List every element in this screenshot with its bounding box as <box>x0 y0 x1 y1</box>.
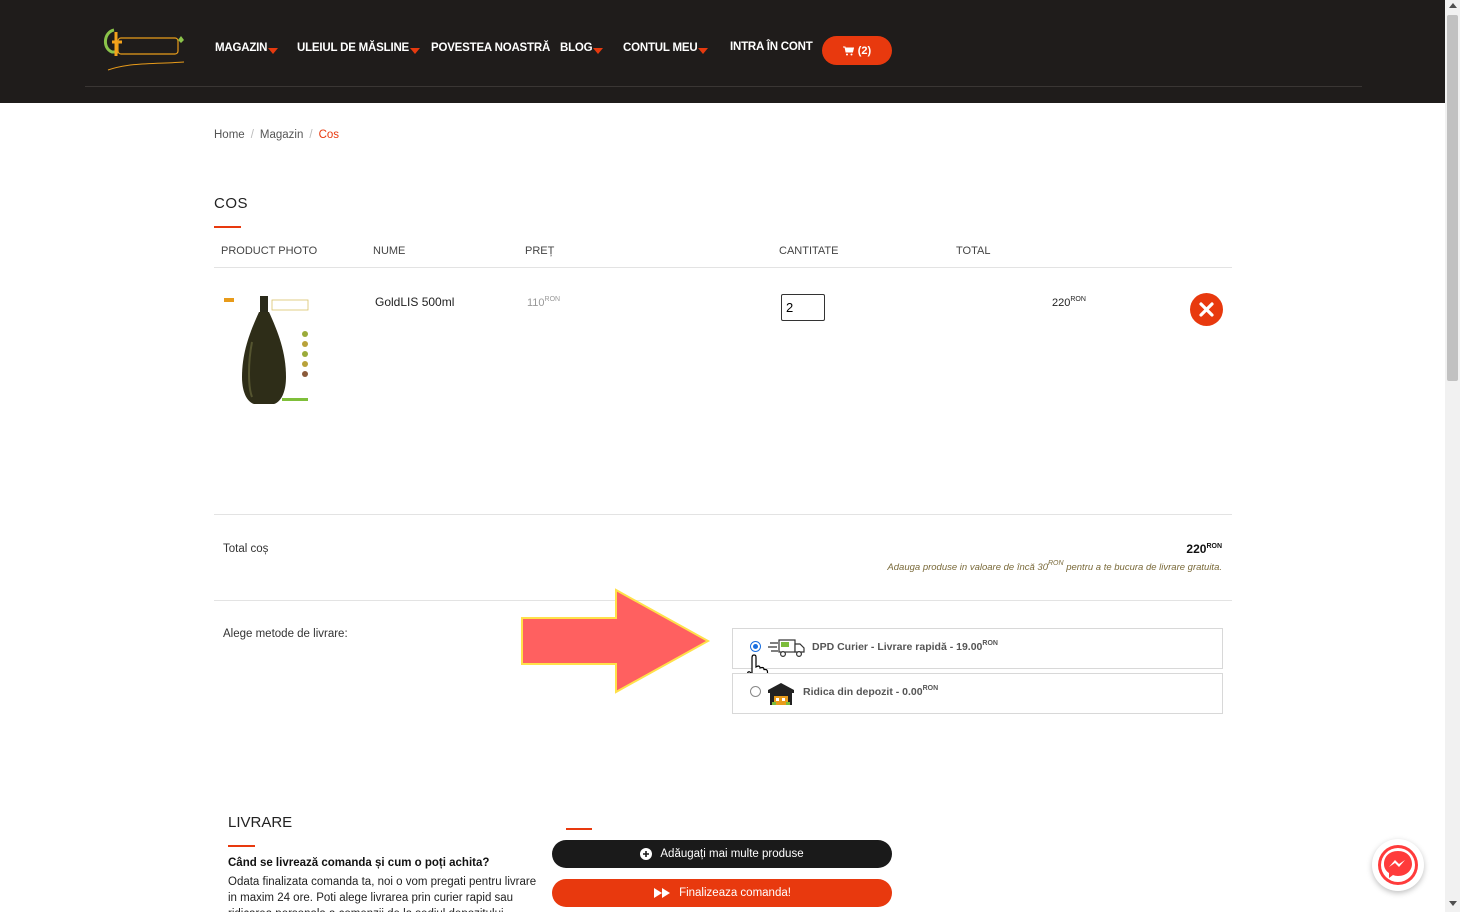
shipping-option-label: DPD Curier - Livrare rapidă - 19.00RON <box>812 640 998 653</box>
section-accent-line <box>566 828 592 830</box>
shipping-method-label: Alege metode de livrare: <box>223 628 348 640</box>
quantity-input[interactable] <box>781 294 825 321</box>
add-more-products-button[interactable]: Adăugați mai multe produse <box>552 840 892 868</box>
chevron-down-icon <box>268 48 279 54</box>
shipping-option-label: Ridica din depozit - 0.00RON <box>803 685 939 698</box>
finish-order-button[interactable]: Finalizeaza comanda! <box>552 879 892 907</box>
site-logo[interactable] <box>100 26 190 76</box>
totals-divider <box>214 600 1232 601</box>
free-shipping-note: Adauga produse in valoare de încă 30RON … <box>887 560 1222 573</box>
page-scrollbar[interactable] <box>1445 0 1460 912</box>
scrollbar-thumb[interactable] <box>1447 15 1458 381</box>
messenger-chat-button[interactable] <box>1372 839 1424 891</box>
nav-item-contul[interactable]: CONTUL MEU <box>623 42 709 54</box>
chevron-down-icon <box>698 48 709 54</box>
warehouse-icon <box>768 683 794 705</box>
product-total: 220RON <box>1052 296 1086 309</box>
th-photo: PRODUCT PHOTO <box>221 245 318 257</box>
cart-total-label: Total coș <box>223 543 269 555</box>
messenger-icon <box>1378 845 1418 885</box>
product-name[interactable]: GoldLIS 500ml <box>375 295 454 309</box>
shipping-option-pickup[interactable]: Ridica din depozit - 0.00RON <box>732 673 1223 714</box>
scroll-down-icon[interactable] <box>1449 901 1457 906</box>
breadcrumb-current: Cos <box>318 129 340 141</box>
th-total: TOTAL <box>956 245 991 257</box>
breadcrumb: Home / Magazin / Cos <box>214 129 340 141</box>
livrare-text: Odata finalizata comanda ta, noi o vom p… <box>228 876 537 912</box>
cart-button[interactable]: (2) <box>822 36 892 65</box>
th-price: PREȚ <box>525 245 555 257</box>
nav-item-magazin[interactable]: MAGAZIN <box>215 42 279 54</box>
close-icon <box>1199 302 1214 317</box>
remove-item-button[interactable] <box>1190 293 1223 326</box>
site-header: MAGAZIN ULEIUL DE MĂSLINE POVESTEA NOAST… <box>0 0 1445 103</box>
nav-item-uleiul[interactable]: ULEIUL DE MĂSLINE <box>297 42 421 54</box>
shipping-radio-dpd[interactable] <box>750 641 761 652</box>
breadcrumb-shop[interactable]: Magazin <box>260 129 303 141</box>
livrare-underline <box>228 845 255 847</box>
chevron-down-icon <box>593 48 604 54</box>
truck-icon <box>768 639 805 658</box>
cart-icon <box>842 46 854 55</box>
nav-item-login[interactable]: INTRA ÎN CONT <box>730 41 813 53</box>
fast-forward-icon <box>654 888 671 898</box>
arrow-icon <box>521 588 711 694</box>
table-header-divider <box>214 267 1232 268</box>
row-divider <box>214 514 1232 515</box>
scroll-up-icon[interactable] <box>1449 3 1457 8</box>
nav-item-povestea[interactable]: POVESTEA NOASTRĂ <box>431 42 550 54</box>
header-divider <box>85 86 1362 87</box>
shipping-radio-pickup[interactable] <box>750 686 761 697</box>
livrare-title: LIVRARE <box>228 814 293 831</box>
plus-circle-icon <box>640 848 653 860</box>
product-photo[interactable] <box>222 292 312 407</box>
page-title: COS <box>214 195 249 212</box>
product-price: 110RON <box>527 296 561 309</box>
nav-item-blog[interactable]: BLOG <box>560 42 604 54</box>
th-qty: CANTITATE <box>779 245 839 257</box>
cart-total-value: 220RON <box>1186 542 1222 556</box>
cart-count: (2) <box>857 44 872 57</box>
title-underline <box>214 226 241 228</box>
chevron-down-icon <box>410 48 421 54</box>
th-name: NUME <box>373 245 406 257</box>
livrare-question: Când se livrează comanda și cum o poți a… <box>228 857 490 869</box>
shipping-option-dpd[interactable]: DPD Curier - Livrare rapidă - 19.00RON <box>732 628 1223 686</box>
breadcrumb-home[interactable]: Home <box>214 129 245 141</box>
